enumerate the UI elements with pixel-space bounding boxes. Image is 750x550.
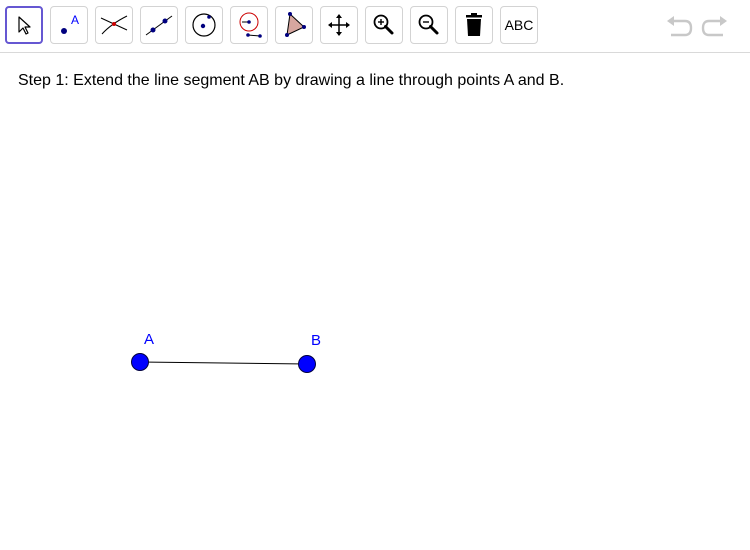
point-b-label: B — [311, 332, 322, 349]
point-a[interactable] — [131, 353, 149, 371]
segment-ab[interactable] — [139, 361, 308, 365]
point-b[interactable] — [298, 355, 316, 373]
graphics-view[interactable] — [0, 0, 750, 550]
point-a-label: A — [144, 331, 155, 348]
